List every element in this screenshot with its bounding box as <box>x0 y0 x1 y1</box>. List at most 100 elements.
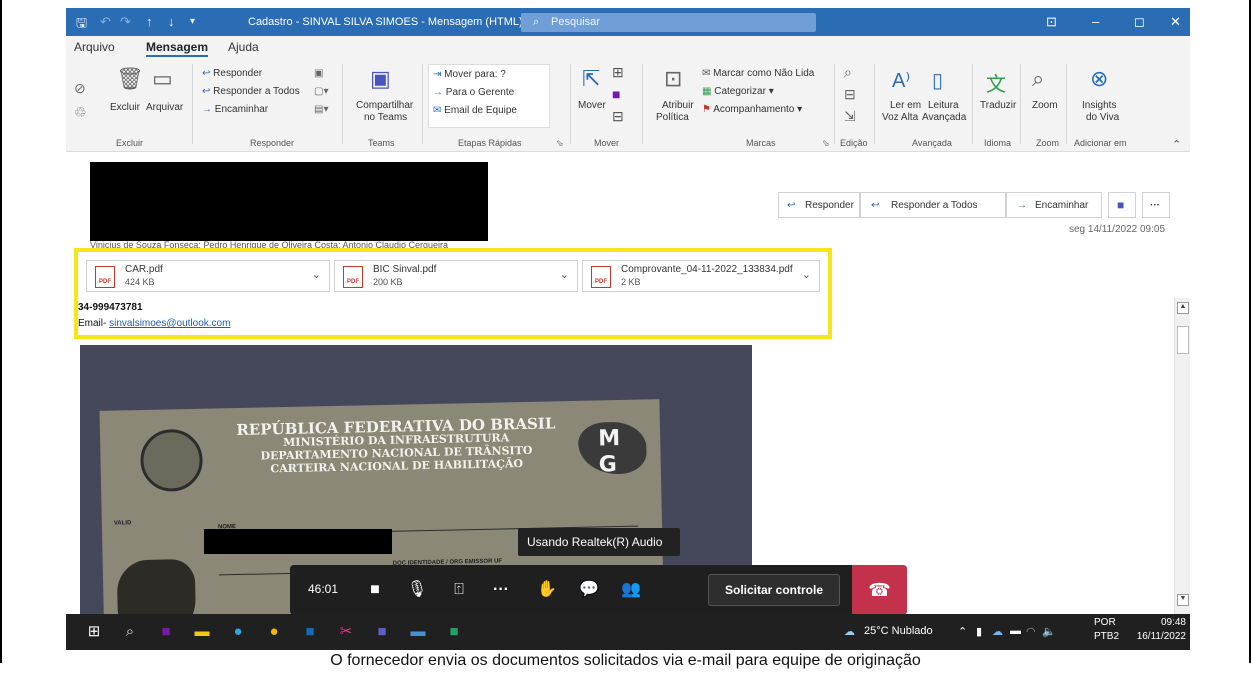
meeting-icon[interactable]: ▣ <box>314 68 323 79</box>
quick-step-para-gerente[interactable]: → Para o Gerente <box>433 87 514 98</box>
scroll-down-icon[interactable]: ▼ <box>1177 594 1189 606</box>
attachment-comprovante[interactable]: PDF Comprovante_04-11-2022_133834.pdf 2 … <box>582 260 820 292</box>
no-teams-label[interactable]: no Teams <box>364 112 407 123</box>
email-link[interactable]: sinvalsimoes@outlook.com <box>109 318 230 329</box>
raise-hand-icon[interactable]: ✋ <box>534 577 560 603</box>
more-options-icon[interactable]: ··· <box>488 577 514 603</box>
marcar-nao-lida-button[interactable]: ✉ Marcar como Não Lida <box>702 68 814 79</box>
close-icon[interactable]: ✕ <box>1170 14 1181 30</box>
edge-icon[interactable]: ● <box>228 622 248 642</box>
mover-button[interactable]: Mover <box>578 100 606 111</box>
app-icon[interactable]: ▬ <box>408 622 428 642</box>
ignore-icon[interactable]: ⊘ <box>74 80 86 97</box>
related-icon[interactable]: ⊟ <box>844 86 856 103</box>
chevron-up-icon[interactable]: ⌃ <box>958 625 967 638</box>
share-screen-icon[interactable]: ⍐ <box>446 577 472 603</box>
politica-label[interactable]: Política <box>656 112 689 123</box>
zoom-button[interactable]: Zoom <box>1032 100 1058 111</box>
weather-text[interactable]: 25°C Nublado <box>864 625 933 637</box>
dialog-launcher-icon[interactable]: ⬂ <box>822 138 830 149</box>
wifi-icon[interactable]: ◠ <box>1026 625 1036 638</box>
more-actions-button[interactable]: ··· <box>1142 192 1170 218</box>
previous-item-icon[interactable]: ↑ <box>146 14 153 29</box>
minimize-icon[interactable]: – <box>1092 14 1099 29</box>
chat-icon[interactable]: 💬 <box>576 577 602 603</box>
participants-icon[interactable]: 👥 <box>618 577 644 603</box>
compartilhar-label[interactable]: Compartilhar <box>356 100 413 111</box>
leitura-label[interactable]: Leitura <box>928 100 959 111</box>
immersive-reader-icon[interactable]: ▯ <box>932 68 943 93</box>
read-aloud-icon[interactable]: A⁾ <box>892 68 910 93</box>
dialog-launcher-icon[interactable]: ⬂ <box>556 138 564 149</box>
forward-button[interactable]: → Encaminhar <box>1006 192 1102 218</box>
onenote-icon[interactable]: ■ <box>612 86 620 102</box>
voz-alta-label[interactable]: Voz Alta <box>882 112 918 123</box>
viva-insights-icon[interactable]: ⊗ <box>1090 66 1108 92</box>
quick-step-mover-para[interactable]: ⇥ Mover para: ? <box>433 69 506 80</box>
chevron-down-icon[interactable]: ⌄ <box>802 268 811 281</box>
chrome-icon[interactable]: ● <box>264 622 284 642</box>
save-icon[interactable]: 🖫 <box>76 14 87 36</box>
chevron-down-icon[interactable]: ⌄ <box>560 268 569 281</box>
policy-icon[interactable]: ⊡ <box>664 66 682 92</box>
scroll-up-icon[interactable]: ▲ <box>1177 302 1189 314</box>
tray-app-icon[interactable]: ▮ <box>976 625 982 638</box>
vertical-scrollbar[interactable]: ▲ ▼ <box>1174 298 1190 614</box>
avancada-label[interactable]: Avançada <box>922 112 966 123</box>
insights-label[interactable]: Insights <box>1082 100 1116 111</box>
rules-icon[interactable]: ⊞ <box>612 64 624 81</box>
select-icon[interactable]: ⇲ <box>844 108 856 125</box>
reply-all-button[interactable]: ↩ Responder a Todos <box>860 192 1006 218</box>
find-icon[interactable]: ⌕ <box>844 64 852 81</box>
do-viva-label[interactable]: do Viva <box>1086 112 1119 123</box>
clock[interactable]: 09:48 16/11/2022 <box>1124 616 1186 644</box>
quick-steps-gallery[interactable]: ⇥ Mover para: ? → Para o Gerente ✉ Email… <box>428 64 550 128</box>
microphone-icon[interactable]: 🎙 <box>404 577 430 603</box>
search-box[interactable]: ⌕ Pesquisar <box>521 13 816 32</box>
scroll-thumb[interactable] <box>1177 326 1189 354</box>
maximize-icon[interactable]: ◻ <box>1134 14 1145 30</box>
more-respond-icon[interactable]: ▤▾ <box>314 104 328 115</box>
collapse-ribbon-icon[interactable]: ⌃ <box>1172 138 1181 151</box>
attachment-bic[interactable]: PDF BIC Sinval.pdf 200 KB ⌄ <box>334 260 578 292</box>
translate-icon[interactable]: 文 <box>986 68 1006 97</box>
cloud-icon[interactable]: ☁ <box>992 625 1003 638</box>
volume-icon[interactable]: 🔈 <box>1042 625 1056 638</box>
undo-icon[interactable]: ↶ <box>100 14 111 30</box>
tab-mensagem[interactable]: Mensagem <box>146 40 209 57</box>
trash-icon[interactable]: 🗑 <box>116 66 144 92</box>
teams-app-icon[interactable]: ■ <box>372 622 392 642</box>
tab-ajuda[interactable]: Ajuda <box>228 40 259 54</box>
battery-icon[interactable]: ▬ <box>1010 625 1021 637</box>
reply-button[interactable]: ↩ Responder <box>778 192 860 218</box>
atribuir-label[interactable]: Atribuir <box>662 100 694 111</box>
snipping-tool-icon[interactable]: ✂ <box>336 622 356 642</box>
camera-icon[interactable]: ■ <box>362 577 388 603</box>
move-icon[interactable]: ⇱ <box>582 66 600 92</box>
customize-toolbar-icon[interactable]: ▾ <box>190 16 195 27</box>
request-control-button[interactable]: Solicitar controle <box>708 574 840 606</box>
arquivar-button[interactable]: Arquivar <box>146 102 183 113</box>
excluir-button[interactable]: Excluir <box>110 102 140 113</box>
teams-icon[interactable]: ▣ <box>370 66 391 92</box>
next-item-icon[interactable]: ↓ <box>168 14 175 29</box>
acompanhamento-button[interactable]: ⚑ Acompanhamento ▾ <box>702 104 802 115</box>
outlook-icon[interactable]: ■ <box>300 622 320 642</box>
im-icon[interactable]: ▢▾ <box>314 86 328 97</box>
traduzir-button[interactable]: Traduzir <box>980 100 1016 111</box>
onenote-app-icon[interactable]: ■ <box>156 622 176 642</box>
archive-icon[interactable]: ▭ <box>152 66 173 92</box>
cleanup-icon[interactable]: ♲ <box>74 104 87 121</box>
attachment-car[interactable]: PDF CAR.pdf 424 KB ⌄ <box>86 260 330 292</box>
actions-icon[interactable]: ⊟ <box>612 108 624 125</box>
search-icon[interactable]: ⌕ <box>120 622 140 642</box>
chevron-down-icon[interactable]: ⌄ <box>312 268 321 281</box>
zoom-icon[interactable]: ⌕ <box>1032 66 1044 92</box>
file-explorer-icon[interactable]: ▬ <box>192 622 212 642</box>
categorizar-button[interactable]: ▦ Categorizar ▾ <box>702 86 774 97</box>
ribbon-display-icon[interactable]: ⊡ <box>1046 14 1057 30</box>
responder-todos-button[interactable]: ↩ Responder a Todos <box>202 86 300 97</box>
redo-icon[interactable]: ↷ <box>120 14 131 30</box>
language-indicator[interactable]: POR PTB2 <box>1094 616 1119 644</box>
responder-button[interactable]: ↩ Responder <box>202 68 262 79</box>
